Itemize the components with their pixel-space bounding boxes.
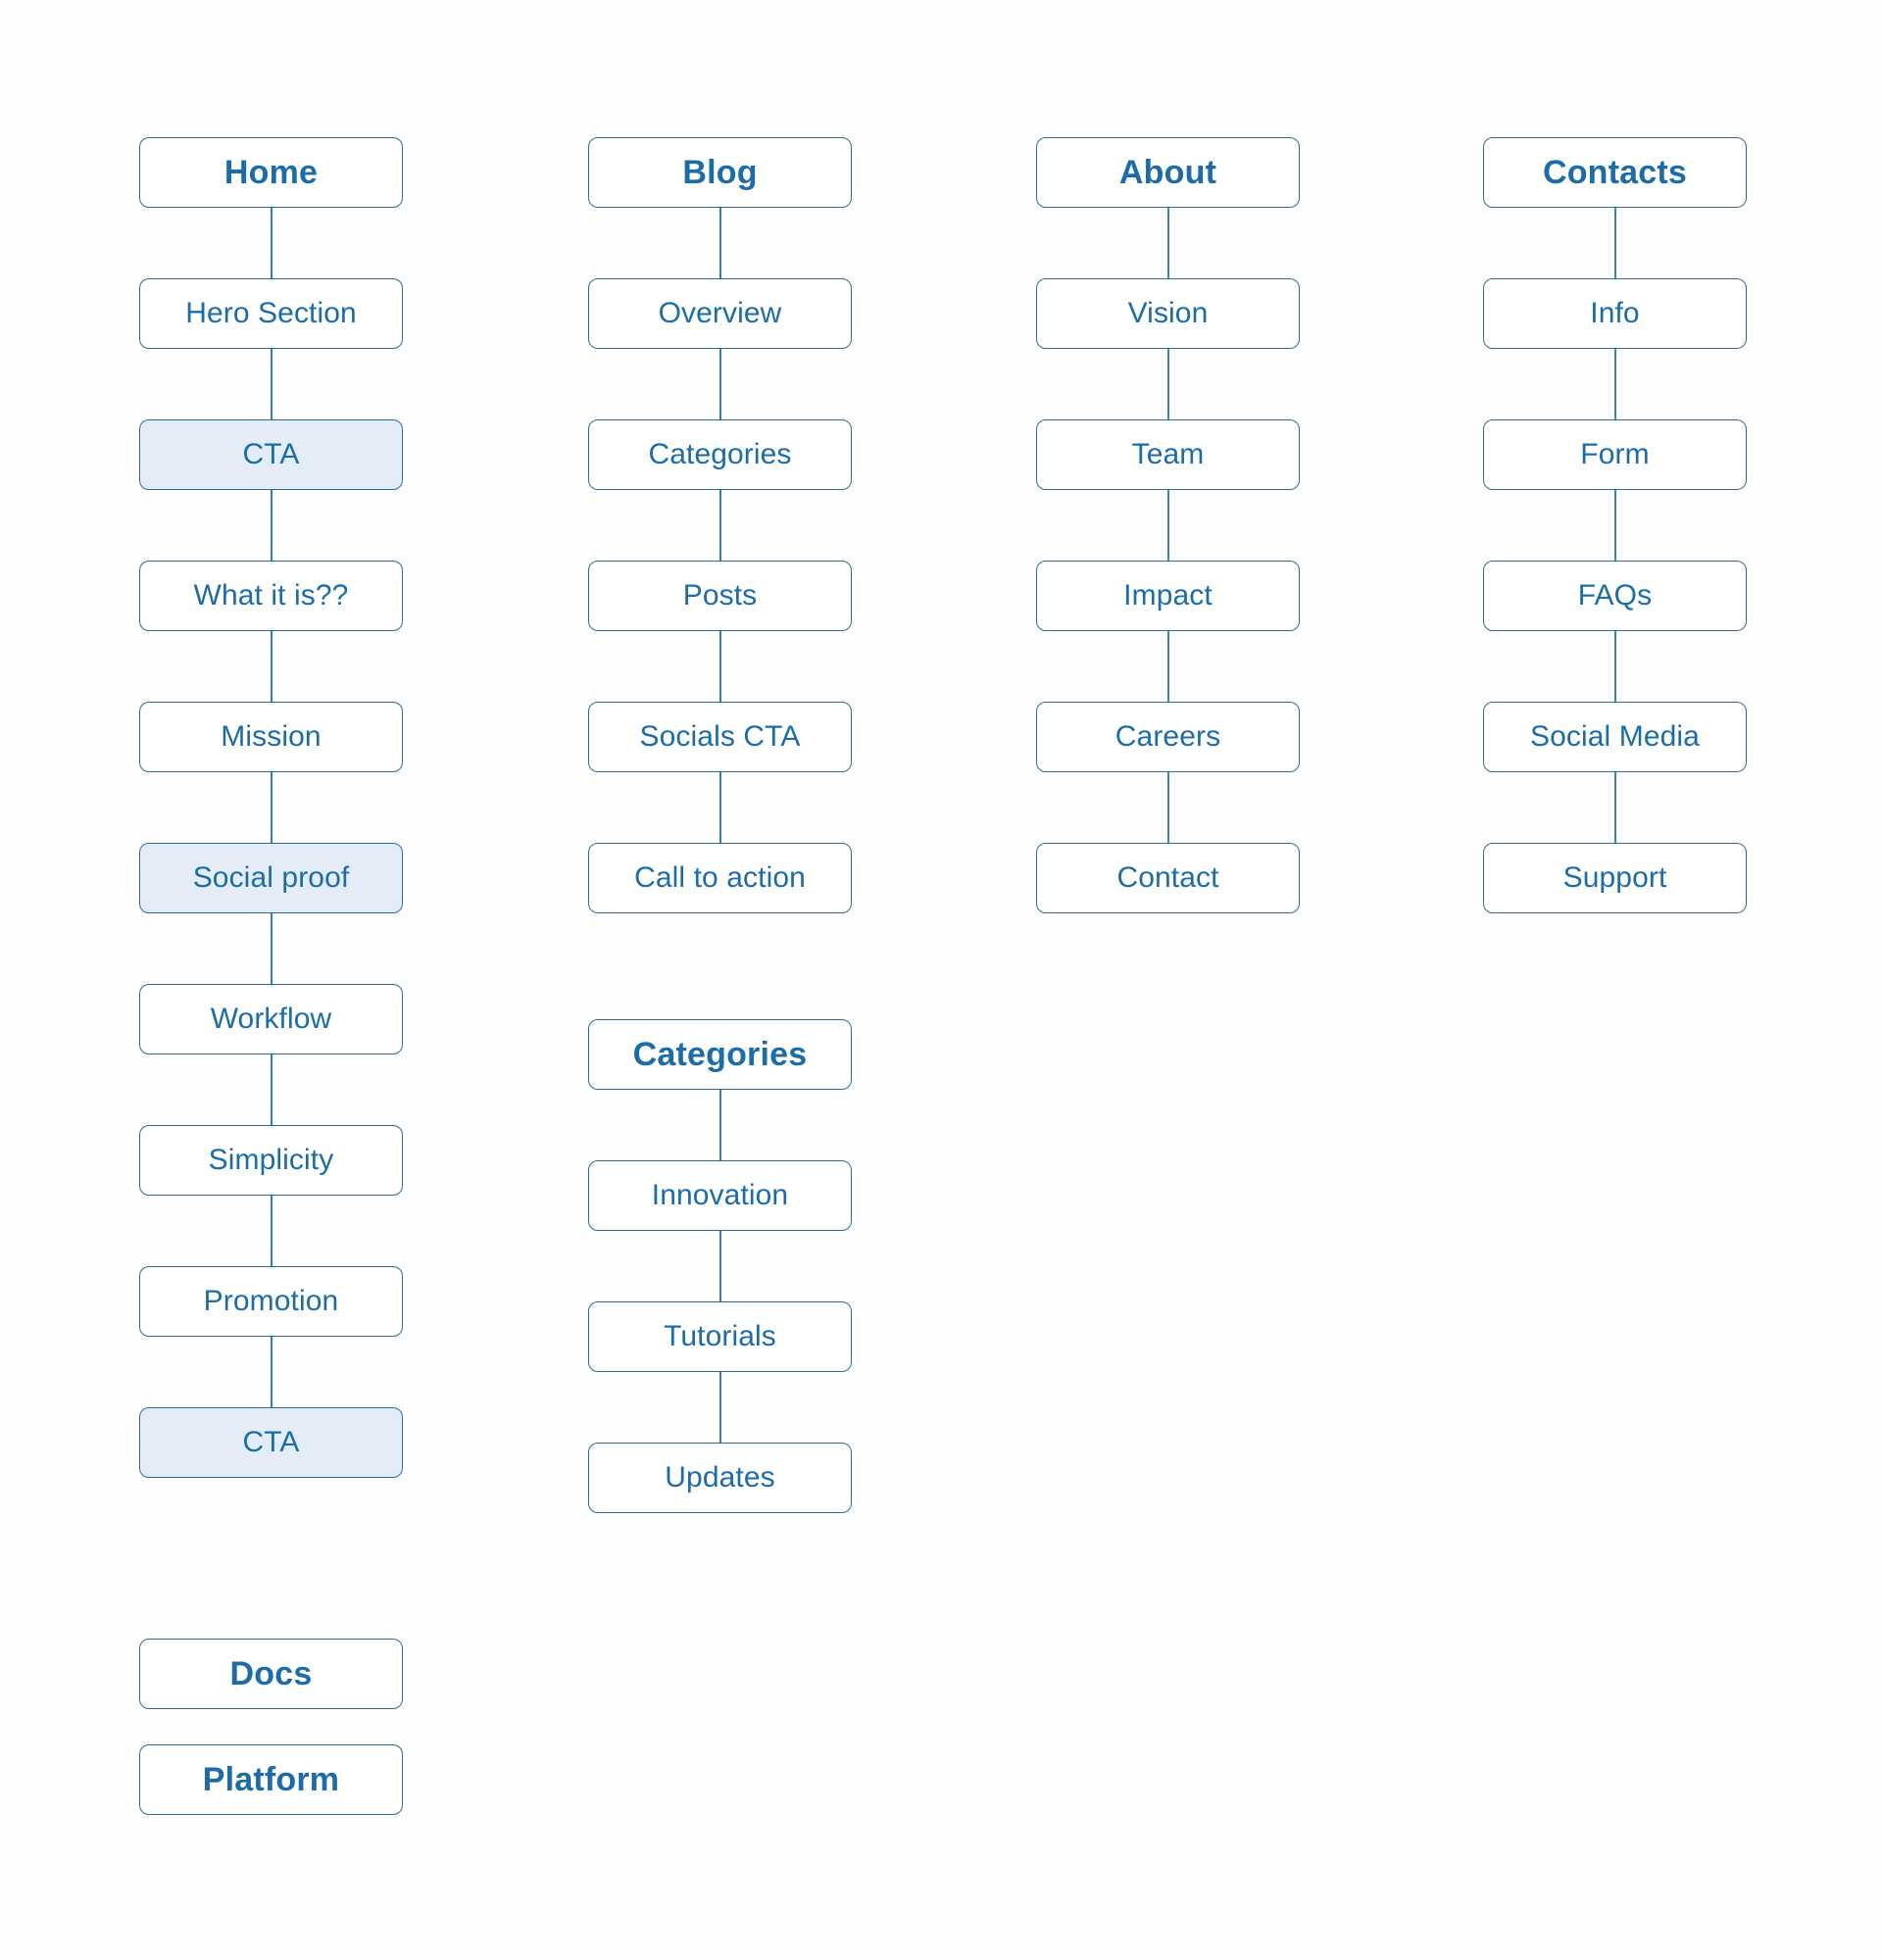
- node-home-tree-2[interactable]: What it is??: [139, 561, 403, 631]
- node-label: FAQs: [1577, 579, 1653, 612]
- node-label: Form: [1580, 438, 1650, 470]
- node-label: Contacts: [1542, 154, 1688, 191]
- node-label: Support: [1562, 861, 1667, 894]
- node-label: What it is??: [193, 579, 349, 612]
- node-label: Info: [1590, 297, 1640, 329]
- node-contacts-tree-0[interactable]: Info: [1483, 278, 1747, 349]
- node-label: Updates: [665, 1461, 775, 1494]
- node-blog-tree-4[interactable]: Call to action: [588, 843, 852, 913]
- node-label: Hero Section: [185, 297, 357, 329]
- node-blog-tree-1[interactable]: Categories: [588, 419, 852, 490]
- node-contacts-tree-2[interactable]: FAQs: [1483, 561, 1747, 631]
- connector-contacts-tree-1: [1613, 349, 1616, 419]
- node-categories-tree-2[interactable]: Updates: [588, 1443, 852, 1513]
- node-label: Docs: [229, 1655, 313, 1692]
- node-label: Social proof: [192, 861, 350, 894]
- root-node-blog-tree[interactable]: Blog: [588, 137, 852, 208]
- root-node-about-tree[interactable]: About: [1036, 137, 1300, 208]
- node-home-tree-3[interactable]: Mission: [139, 702, 403, 772]
- node-home-tree-0[interactable]: Hero Section: [139, 278, 403, 349]
- node-home-tree-1[interactable]: CTA: [139, 419, 403, 490]
- connector-about-tree-0: [1166, 208, 1169, 278]
- node-label: Social Media: [1530, 720, 1700, 753]
- connector-blog-tree-2: [718, 490, 721, 561]
- node-home-tree-8[interactable]: CTA: [139, 1407, 403, 1478]
- node-contacts-tree-4[interactable]: Support: [1483, 843, 1747, 913]
- connector-home-tree-8: [270, 1337, 272, 1407]
- node-label: Workflow: [210, 1003, 332, 1035]
- connector-about-tree-2: [1166, 490, 1169, 561]
- node-label: Vision: [1127, 297, 1209, 329]
- connector-home-tree-2: [270, 490, 272, 561]
- root-node-docs-tree[interactable]: Docs: [139, 1639, 403, 1709]
- node-label: Home: [223, 154, 319, 191]
- connector-home-tree-5: [270, 913, 272, 984]
- node-home-tree-4[interactable]: Social proof: [139, 843, 403, 913]
- connector-about-tree-4: [1166, 772, 1169, 843]
- connector-blog-tree-3: [718, 631, 721, 702]
- node-about-tree-3[interactable]: Careers: [1036, 702, 1300, 772]
- node-label: CTA: [242, 438, 300, 470]
- node-about-tree-4[interactable]: Contact: [1036, 843, 1300, 913]
- node-label: About: [1118, 154, 1217, 191]
- root-node-home-tree[interactable]: Home: [139, 137, 403, 208]
- root-node-categories-tree[interactable]: Categories: [588, 1019, 852, 1090]
- connector-home-tree-0: [270, 208, 272, 278]
- connector-contacts-tree-4: [1613, 772, 1616, 843]
- node-label: Blog: [682, 154, 758, 191]
- node-label: Team: [1131, 438, 1205, 470]
- node-categories-tree-1[interactable]: Tutorials: [588, 1301, 852, 1372]
- connector-home-tree-6: [270, 1054, 272, 1125]
- node-label: Impact: [1123, 579, 1213, 612]
- root-node-contacts-tree[interactable]: Contacts: [1483, 137, 1747, 208]
- node-blog-tree-0[interactable]: Overview: [588, 278, 852, 349]
- node-label: Categories: [632, 1036, 808, 1073]
- node-about-tree-0[interactable]: Vision: [1036, 278, 1300, 349]
- node-contacts-tree-3[interactable]: Social Media: [1483, 702, 1747, 772]
- connector-categories-tree-0: [718, 1090, 721, 1160]
- node-label: Simplicity: [208, 1144, 334, 1176]
- connector-contacts-tree-3: [1613, 631, 1616, 702]
- node-label: Contact: [1116, 861, 1219, 894]
- connector-blog-tree-1: [718, 349, 721, 419]
- connector-blog-tree-0: [718, 208, 721, 278]
- connector-home-tree-7: [270, 1196, 272, 1266]
- node-contacts-tree-1[interactable]: Form: [1483, 419, 1747, 490]
- node-label: Innovation: [651, 1179, 789, 1211]
- node-label: CTA: [242, 1426, 300, 1458]
- root-node-platform-tree[interactable]: Platform: [139, 1744, 403, 1815]
- node-blog-tree-3[interactable]: Socials CTA: [588, 702, 852, 772]
- connector-about-tree-3: [1166, 631, 1169, 702]
- connector-blog-tree-4: [718, 772, 721, 843]
- connector-contacts-tree-0: [1613, 208, 1616, 278]
- node-label: Posts: [682, 579, 758, 612]
- node-home-tree-5[interactable]: Workflow: [139, 984, 403, 1054]
- node-label: Promotion: [203, 1285, 339, 1317]
- connector-categories-tree-1: [718, 1231, 721, 1301]
- connector-contacts-tree-2: [1613, 490, 1616, 561]
- node-categories-tree-0[interactable]: Innovation: [588, 1160, 852, 1231]
- node-about-tree-1[interactable]: Team: [1036, 419, 1300, 490]
- node-home-tree-7[interactable]: Promotion: [139, 1266, 403, 1337]
- node-label: Careers: [1114, 720, 1221, 753]
- connector-home-tree-3: [270, 631, 272, 702]
- node-label: Mission: [221, 720, 322, 753]
- connector-home-tree-1: [270, 349, 272, 419]
- node-about-tree-2[interactable]: Impact: [1036, 561, 1300, 631]
- sitemap-canvas: Home Hero Section CTA What it is?? Mission So…: [0, 0, 1882, 1960]
- node-home-tree-6[interactable]: Simplicity: [139, 1125, 403, 1196]
- connector-about-tree-1: [1166, 349, 1169, 419]
- node-label: Call to action: [634, 861, 806, 894]
- connector-categories-tree-2: [718, 1372, 721, 1443]
- node-label: Tutorials: [664, 1320, 776, 1352]
- node-label: Overview: [658, 297, 782, 329]
- node-label: Platform: [202, 1761, 340, 1798]
- connector-home-tree-4: [270, 772, 272, 843]
- node-label: Socials CTA: [639, 720, 801, 753]
- node-label: Categories: [648, 438, 792, 470]
- node-blog-tree-2[interactable]: Posts: [588, 561, 852, 631]
